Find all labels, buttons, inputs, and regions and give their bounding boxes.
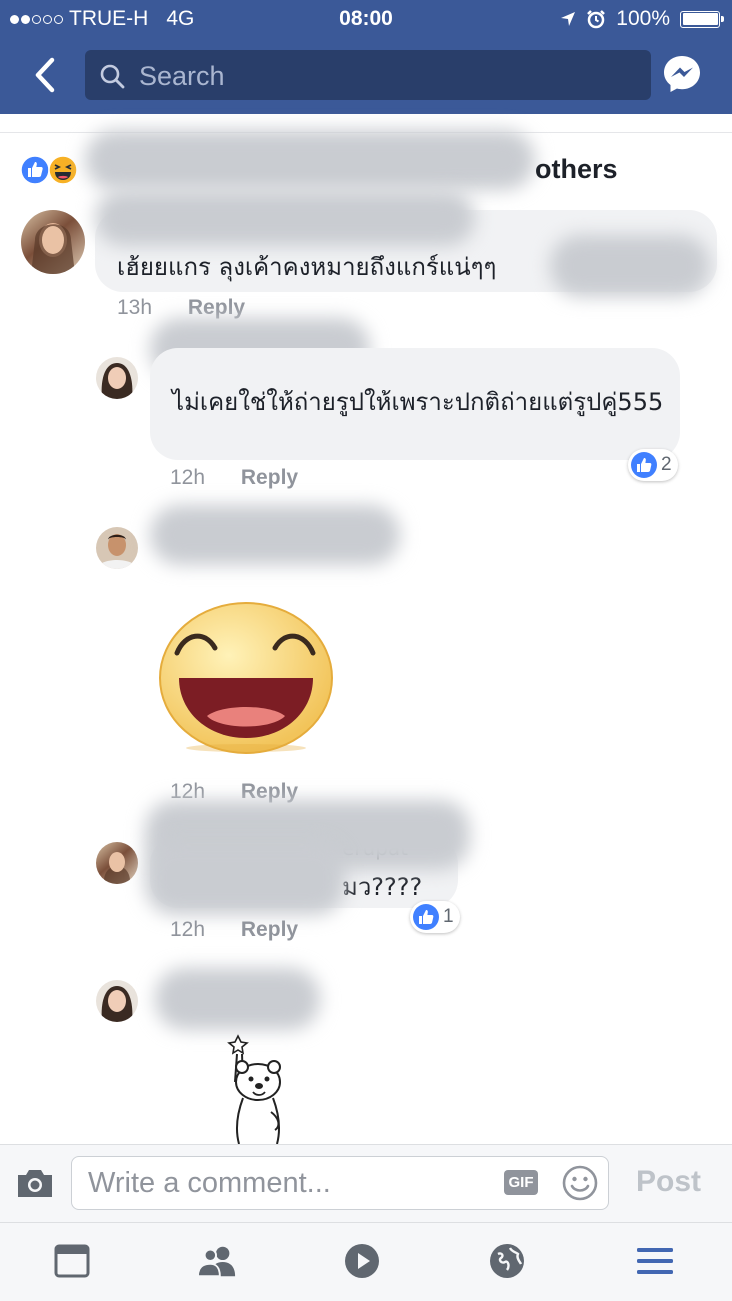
comment-input-box[interactable]: GIF [71,1156,609,1210]
avatar[interactable] [96,357,138,399]
battery-icon [680,10,724,28]
comment-text-tail-2: มว???? [342,873,423,901]
comment-meta: 13h Reply [117,296,245,320]
messenger-button[interactable] [662,54,702,94]
reply-link[interactable]: Reply [241,466,298,489]
location-arrow-icon [561,12,576,26]
search-input[interactable] [137,50,641,102]
like-count: 2 [661,454,672,475]
post-button[interactable]: Post [636,1165,701,1199]
blurred-comment-content [145,840,345,915]
like-icon [413,904,439,930]
video-icon [345,1244,379,1278]
comment-time: 12h [170,918,206,941]
notifications-globe-icon [490,1244,524,1278]
blurred-commenter-name [150,505,400,565]
reply-link[interactable]: Reply [188,296,245,319]
search-icon [100,64,125,89]
comment-composer: GIF Post [0,1144,732,1223]
like-count: 1 [443,906,454,927]
back-arrow-icon [35,57,55,93]
blurred-commenter-name [95,190,475,246]
news-feed-icon [54,1244,90,1278]
back-button[interactable] [30,54,64,98]
avatar[interactable] [21,210,85,274]
battery-percent: 100% [616,7,670,30]
bear-sticker[interactable] [215,1034,295,1144]
sticker-smiley-icon[interactable] [562,1165,598,1201]
comment-meta: 12h Reply [170,918,298,942]
like-reaction-icon [20,155,50,185]
laughing-face-sticker[interactable] [157,598,337,758]
alarm-icon [587,10,606,29]
friends-icon [197,1246,236,1278]
reply-link[interactable]: Reply [241,918,298,941]
comment-input[interactable] [86,1157,490,1209]
comment-time: 12h [170,466,206,489]
top-nav-bar [0,40,732,114]
status-bar: TRUE-H 4G 08:00 100% [0,0,732,40]
blurred-commenter-name [155,968,320,1030]
blurred-tag [550,235,710,297]
menu-icon [637,1248,673,1274]
comment-text: เฮ้ยยแกร ลุงเค้าคงหมายถึงแกร์แน่ๆๆ [117,253,497,281]
like-count-badge[interactable]: 1 [410,901,460,933]
comment-meta: 12h Reply [170,466,298,490]
avatar[interactable] [96,980,138,1022]
reaction-summary[interactable]: others [20,130,640,190]
reaction-others-text: others [535,154,618,184]
tab-friends[interactable] [197,1241,237,1281]
messenger-icon [664,56,700,92]
haha-reaction-icon [48,155,78,185]
tab-video[interactable] [342,1241,382,1281]
avatar[interactable] [96,842,138,884]
gif-button[interactable]: GIF [504,1170,538,1195]
bottom-tab-bar [0,1222,732,1301]
search-bar[interactable] [85,50,651,102]
like-count-badge[interactable]: 2 [628,449,678,481]
blurred-names [85,130,535,190]
camera-icon [18,1170,52,1197]
comment-text: ไม่เคยใช่ให้ถ่ายรูปให้เพราะปกติถ่ายแต่รู… [172,388,664,416]
tab-notifications[interactable] [487,1241,527,1281]
like-icon [631,452,657,478]
avatar[interactable] [96,527,138,569]
comment-time: 13h [117,296,153,319]
camera-button[interactable] [16,1167,54,1204]
tab-news-feed[interactable] [52,1241,92,1281]
status-right: 100% [560,7,724,31]
tab-menu[interactable] [635,1241,675,1281]
